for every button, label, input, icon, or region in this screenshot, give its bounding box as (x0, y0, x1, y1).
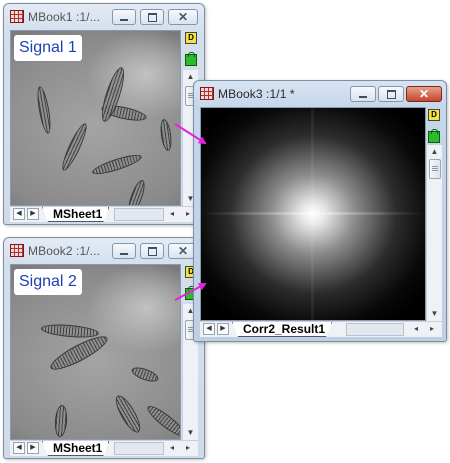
maximize-icon (148, 13, 157, 22)
sheet-tab-bar: ◀ ▶ Corr2_Result1 ◂ ▸ (200, 321, 442, 337)
mbook1-title: MBook1 :1/... (28, 10, 100, 24)
mbook1-titlebar[interactable]: MBook1 :1/... ✕ (4, 4, 204, 30)
d-button[interactable]: D (428, 109, 440, 121)
sheet-tab-msheet1[interactable]: MSheet1 (42, 441, 109, 456)
scroll-up-icon[interactable]: ▲ (427, 145, 442, 159)
scroll-right-icon[interactable]: ▸ (426, 323, 438, 335)
maximize-icon (148, 247, 157, 256)
signal2-label: Signal 2 (14, 269, 82, 295)
mbook1-window[interactable]: MBook1 :1/... ✕ Signal 1 D ▲ ▼ ◀ ▶ MShee… (3, 3, 205, 225)
sheet-tab-bar: ◀ ▶ MSheet1 ◂ ▸ (10, 206, 198, 222)
correlation-result-image (201, 108, 425, 320)
next-sheet-icon[interactable]: ▶ (27, 208, 39, 220)
mbook2-window[interactable]: MBook2 :1/... ✕ Signal 2 D ▲ ▼ ◀ ▶ MShee… (3, 237, 205, 459)
scroll-down-icon[interactable]: ▼ (427, 307, 442, 321)
cell (53, 404, 69, 438)
maximize-icon (387, 90, 396, 99)
mbook2-titlebar[interactable]: MBook2 :1/... ✕ (4, 238, 204, 264)
cell (125, 178, 148, 205)
scroll-left-icon[interactable]: ◂ (166, 442, 178, 454)
scroll-down-icon[interactable]: ▼ (183, 426, 198, 440)
maximize-button[interactable] (378, 86, 404, 102)
mbook3-matrix-view[interactable] (200, 107, 426, 321)
cell (90, 151, 144, 178)
tab-area-fill (346, 323, 404, 336)
next-sheet-icon[interactable]: ▶ (217, 323, 229, 335)
mbook3-window[interactable]: MBook3 :1/1 * ✕ D ▲ ▼ ◀ ▶ Corr2_Result1 … (193, 80, 447, 342)
mbook3-title: MBook3 :1/1 * (218, 87, 295, 101)
close-icon: ✕ (177, 10, 189, 24)
d-button[interactable]: D (185, 32, 197, 44)
minimize-icon (359, 96, 367, 98)
cell (58, 121, 91, 173)
tab-area-fill (114, 208, 164, 221)
close-icon: ✕ (418, 87, 430, 101)
sheet-tab-bar: ◀ ▶ MSheet1 ◂ ▸ (10, 440, 198, 456)
close-button[interactable]: ✕ (406, 86, 442, 102)
minimize-icon (120, 19, 128, 21)
scroll-left-icon[interactable]: ◂ (166, 208, 178, 220)
minimize-button[interactable] (350, 86, 376, 102)
correlation-heatmap (201, 108, 425, 320)
prev-sheet-icon[interactable]: ◀ (203, 323, 215, 335)
lock-icon[interactable] (185, 52, 197, 66)
minimize-button[interactable] (112, 243, 136, 259)
mbook3-titlebar[interactable]: MBook3 :1/1 * ✕ (194, 81, 446, 107)
matrix-book-icon (10, 244, 24, 257)
maximize-button[interactable] (140, 243, 164, 259)
cell (34, 85, 54, 135)
scroll-left-icon[interactable]: ◂ (410, 323, 422, 335)
minimize-icon (120, 253, 128, 255)
scroll-thumb[interactable] (429, 159, 441, 179)
next-sheet-icon[interactable]: ▶ (27, 442, 39, 454)
sheet-tab-msheet1[interactable]: MSheet1 (42, 207, 109, 222)
prev-sheet-icon[interactable]: ◀ (13, 208, 25, 220)
sheet-tab-corr2-result1[interactable]: Corr2_Result1 (232, 322, 332, 337)
minimize-button[interactable] (112, 9, 136, 25)
cell (40, 322, 100, 340)
signal1-label: Signal 1 (14, 35, 82, 61)
mbook2-title: MBook2 :1/... (28, 244, 100, 258)
prev-sheet-icon[interactable]: ◀ (13, 442, 25, 454)
vertical-scrollbar[interactable]: ▲ ▼ (426, 145, 442, 321)
cell (144, 402, 180, 439)
matrix-book-icon (200, 87, 214, 100)
maximize-button[interactable] (140, 9, 164, 25)
cell (111, 392, 145, 436)
lock-icon[interactable] (428, 129, 440, 143)
mbook2-matrix-view[interactable]: Signal 2 (10, 264, 181, 440)
cell (158, 118, 174, 152)
matrix-book-icon (10, 10, 24, 23)
scroll-right-icon[interactable]: ▸ (182, 442, 194, 454)
cell (129, 364, 161, 385)
mbook1-matrix-view[interactable]: Signal 1 (10, 30, 181, 206)
close-button[interactable]: ✕ (168, 9, 198, 25)
tab-area-fill (114, 442, 164, 455)
